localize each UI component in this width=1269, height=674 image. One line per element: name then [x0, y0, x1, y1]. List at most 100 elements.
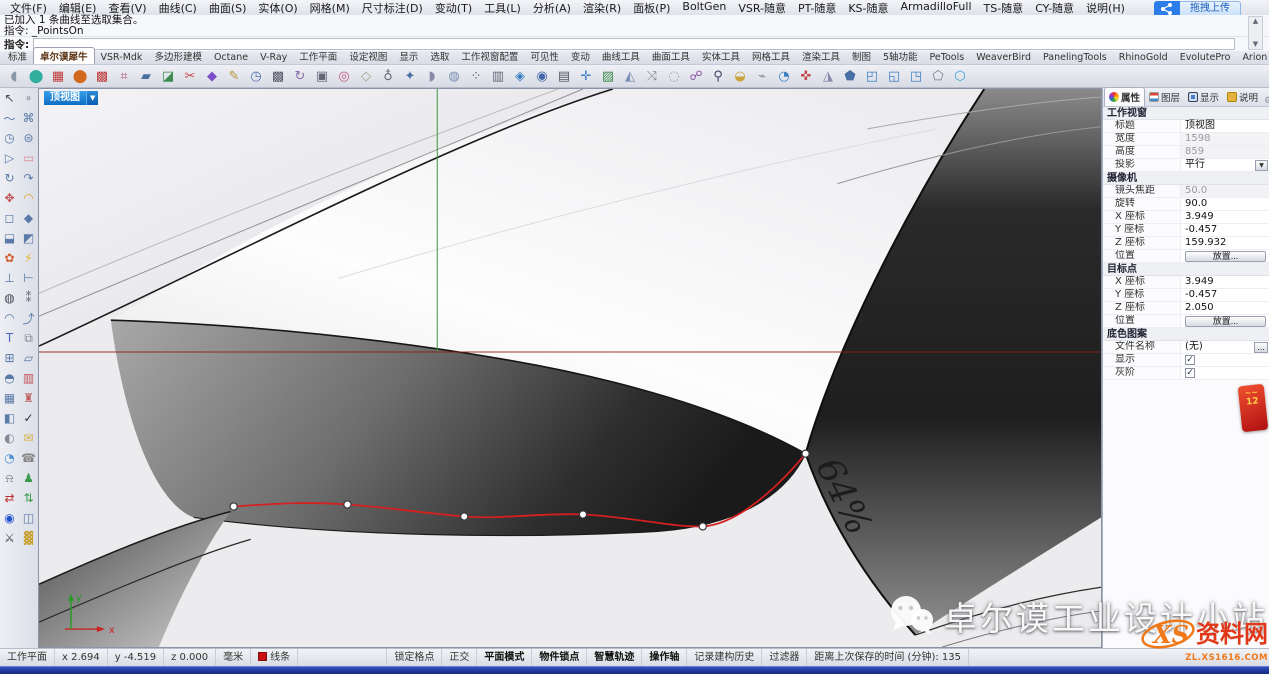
control-point[interactable] — [699, 523, 706, 530]
property-value-cell[interactable]: 159.932 — [1181, 237, 1269, 249]
toolbar-icon[interactable]: ⬤ — [69, 66, 91, 86]
property-value-cell[interactable]: 放置... — [1181, 250, 1269, 262]
toolbar-icon[interactable]: ◍ — [443, 66, 465, 86]
control-point[interactable] — [344, 501, 351, 508]
toolbar-icon[interactable]: ⌗ — [113, 66, 135, 86]
toolbar-icon[interactable]: ↻ — [289, 66, 311, 86]
property-value-cell[interactable]: -0.457 — [1181, 224, 1269, 236]
command-scrollbar[interactable]: ▲ ▼ — [1248, 16, 1263, 50]
menu-item[interactable]: VSR-随意 — [732, 0, 792, 16]
toolbar-tab[interactable]: 制图 — [846, 48, 877, 64]
sidebar-tool-icon[interactable]: ⇅ — [19, 488, 38, 508]
toolbar-icon[interactable]: ◇ — [355, 66, 377, 86]
menu-item[interactable]: 变动(T) — [429, 0, 478, 16]
toolbar-tab[interactable]: PeTools — [924, 51, 971, 64]
status-item[interactable]: 物件锁点 — [532, 649, 587, 666]
property-value[interactable]: 3.949 — [1185, 276, 1214, 288]
toolbar-tab[interactable]: EvolutePro — [1174, 51, 1237, 64]
status-item[interactable]: 线条 — [251, 649, 298, 666]
toolbar-icon[interactable]: ⬤ — [25, 66, 47, 86]
menu-item[interactable]: PT-随意 — [792, 0, 842, 16]
sidebar-tool-icon[interactable]: ◷ — [0, 128, 19, 148]
toolbar-icon[interactable]: ⚲ — [707, 66, 729, 86]
toolbar-icon[interactable]: ▤ — [553, 66, 575, 86]
status-item[interactable]: y -4.519 — [108, 649, 164, 666]
sidebar-tool-icon[interactable]: ⊢ — [19, 268, 38, 288]
status-item[interactable]: 过滤器 — [762, 649, 807, 666]
viewport-title[interactable]: 顶视图 — [44, 91, 86, 105]
toolbar-icon[interactable]: ✜ — [795, 66, 817, 86]
property-value[interactable]: 90.0 — [1185, 198, 1207, 210]
sidebar-tool-icon[interactable]: ◠ — [0, 308, 19, 328]
toolbar-icon[interactable]: ◉ — [531, 66, 553, 86]
menu-item[interactable]: ArmadilloFull — [895, 0, 978, 16]
toolbar-icon[interactable]: ◌ — [663, 66, 685, 86]
toolbar-tab[interactable]: 多边形建模 — [148, 48, 208, 64]
sidebar-tool-icon[interactable]: ◆ — [19, 208, 38, 228]
toolbar-icon[interactable]: ⬠ — [927, 66, 949, 86]
viewport-title-tab[interactable]: 顶视图 ▼ — [44, 91, 98, 105]
sidebar-tool-icon[interactable]: ↻ — [0, 168, 19, 188]
sidebar-tool-icon[interactable]: ⧉ — [19, 328, 38, 348]
property-value-cell[interactable]: 3.949 — [1181, 276, 1269, 288]
toolbar-tab[interactable]: VSR-Mdk — [95, 51, 149, 64]
menu-item[interactable]: 说明(H) — [1080, 0, 1131, 16]
menu-item[interactable]: TS-随意 — [978, 0, 1030, 16]
sidebar-tool-icon[interactable]: ◫ — [19, 508, 38, 528]
sidebar-tool-icon[interactable]: ⍾ — [0, 468, 19, 488]
toolbar-tab[interactable]: 5轴功能 — [877, 48, 924, 64]
scroll-up-icon[interactable]: ▲ — [1253, 17, 1258, 26]
sidebar-tool-icon[interactable]: ✉ — [19, 428, 38, 448]
toolbar-icon[interactable]: ✂ — [179, 66, 201, 86]
toolbar-icon[interactable]: ⌁ — [751, 66, 773, 86]
menu-item[interactable]: 实体(O) — [252, 0, 303, 16]
browse-button[interactable]: ... — [1254, 342, 1268, 353]
property-value[interactable]: 2.050 — [1185, 302, 1214, 314]
property-value[interactable]: -0.457 — [1185, 224, 1217, 236]
toolbar-icon[interactable]: ◗ — [421, 66, 443, 86]
property-value-cell[interactable]: ✓ — [1181, 354, 1269, 366]
place-button[interactable]: 放置... — [1185, 316, 1266, 327]
toolbar-tab[interactable]: 网格工具 — [746, 48, 796, 64]
menu-item[interactable]: 曲面(S) — [203, 0, 253, 16]
sidebar-tool-icon[interactable]: ⊞ — [0, 348, 19, 368]
toolbar-tab[interactable]: 选取 — [424, 48, 455, 64]
menu-item[interactable]: 分析(A) — [527, 0, 577, 16]
chevron-down-icon[interactable]: ▼ — [1255, 160, 1268, 171]
property-value-cell[interactable]: (无)... — [1181, 341, 1269, 353]
toolbar-tab[interactable]: 设定视图 — [343, 48, 393, 64]
property-value[interactable]: 顶视图 — [1185, 120, 1215, 132]
property-value-cell[interactable]: 90.0 — [1181, 198, 1269, 210]
toolbar-icon[interactable]: ◰ — [861, 66, 883, 86]
panel-tab-显示[interactable]: 显示 — [1184, 88, 1223, 106]
status-item[interactable]: 工作平面 — [0, 649, 55, 666]
sidebar-tool-icon[interactable]: ⊜ — [19, 128, 38, 148]
toolbar-icon[interactable]: ◆ — [201, 66, 223, 86]
sidebar-tool-icon[interactable]: ⚡ — [19, 248, 38, 268]
control-point[interactable] — [802, 450, 809, 457]
toolbar-tab[interactable]: 标准 — [2, 48, 33, 64]
sidebar-tool-icon[interactable]: ◉ — [0, 508, 19, 528]
checkbox[interactable]: ✓ — [1185, 368, 1195, 378]
toolbar-icon[interactable]: ◷ — [245, 66, 267, 86]
sidebar-tool-icon[interactable]: ◍ — [0, 288, 19, 308]
toolbar-icon[interactable]: ✛ — [575, 66, 597, 86]
menu-item[interactable]: 曲线(C) — [153, 0, 203, 16]
control-point[interactable] — [461, 513, 468, 520]
sidebar-tool-icon[interactable]: ☎ — [19, 448, 38, 468]
viewport[interactable]: 64% x y — [38, 88, 1102, 648]
status-item[interactable]: 平面模式 — [477, 649, 532, 666]
toolbar-tab[interactable]: Arion — [1236, 51, 1269, 64]
toolbar-icon[interactable]: ⁘ — [465, 66, 487, 86]
toolbar-icon[interactable]: ▦ — [47, 66, 69, 86]
toolbar-icon[interactable]: ✦ — [399, 66, 421, 86]
floating-badge[interactable]: ~~ 12 — [1238, 384, 1269, 432]
control-point[interactable] — [579, 511, 586, 518]
panel-tab-图层[interactable]: 图层 — [1145, 88, 1184, 106]
status-item[interactable]: 正交 — [442, 649, 477, 666]
sidebar-tool-icon[interactable]: ◐ — [0, 428, 19, 448]
toolbar-icon[interactable]: ⬟ — [839, 66, 861, 86]
sidebar-tool-icon[interactable]: ▥ — [19, 368, 38, 388]
sidebar-tool-icon[interactable]: T — [0, 328, 19, 348]
sidebar-tool-icon[interactable]: ◠ — [19, 188, 38, 208]
